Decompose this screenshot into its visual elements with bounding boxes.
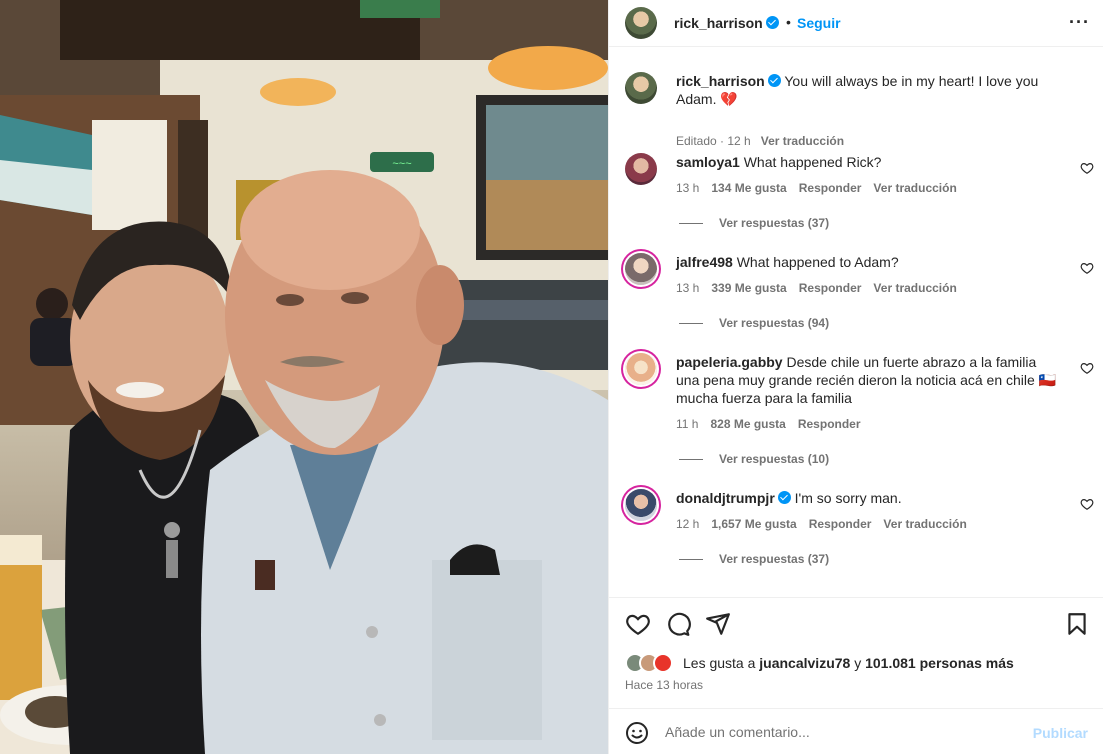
comment-likes[interactable]: 339 Me gusta [711,281,786,295]
author-username-row[interactable]: rick_harrison [674,15,779,31]
comment-reply-button[interactable]: Responder [798,417,861,431]
caption-translate-link[interactable]: Ver traducción [761,134,844,148]
comment-time: 11 h [676,417,699,431]
verified-badge-icon [767,74,781,87]
likes-prefix: Les gusta a [683,655,760,671]
comment-avatar[interactable] [625,353,657,385]
photo-illustration: ~~~ [0,0,608,754]
likes-middle: y [850,655,866,671]
bookmark-icon[interactable] [1064,611,1090,637]
comment-input[interactable] [665,717,1025,747]
likes-text: Les gusta a juancalvizu78 y 101.081 pers… [683,655,1014,671]
caption-avatar[interactable] [625,72,657,104]
likes-user-link[interactable]: juancalvizu78 [759,655,850,671]
comments-scroll-area[interactable]: rick_harrison You will always be in my h… [609,46,1103,596]
comment-username[interactable]: samloya1 [676,154,740,170]
caption-username[interactable]: rick_harrison [676,73,765,89]
caption-meta: Editado · 12 h Ver traducción [676,134,844,148]
comment-like-heart-icon[interactable] [1080,497,1094,511]
likes-others-link[interactable]: 101.081 personas más [865,655,1014,671]
view-replies-button[interactable]: Ver respuestas (37) [679,552,829,566]
comment-avatar[interactable] [625,253,657,285]
view-replies-button[interactable]: Ver respuestas (94) [679,316,829,330]
follow-button[interactable]: Seguir [797,15,841,31]
heart-icon[interactable] [625,611,651,637]
comment-likes[interactable]: 1,657 Me gusta [711,517,796,531]
view-replies-button[interactable]: Ver respuestas (37) [679,216,829,230]
comment-text: What happened to Adam? [736,254,899,270]
comment-translate-link[interactable]: Ver traducción [883,517,966,531]
comment-text-block: donaldjtrumpjr I'm so sorry man. [676,489,1061,507]
comment-icon[interactable] [665,611,691,637]
comment-translate-link[interactable]: Ver traducción [873,281,956,295]
caption-edited: Editado · 12 h [676,134,751,148]
publish-button[interactable]: Publicar [1033,725,1088,741]
comment-text-block: samloya1 What happened Rick? [676,153,1061,171]
comment-time: 13 h [676,281,700,295]
view-replies-button[interactable]: Ver respuestas (10) [679,452,829,466]
comment-meta: 11 h 828 Me gusta Responder [676,417,873,431]
comment-likes[interactable]: 828 Me gusta [710,417,785,431]
comment-username[interactable]: jalfre498 [676,254,733,270]
comment-meta: 13 h 339 Me gusta Responder Ver traducción [676,281,969,295]
comment-text-block: papeleria.gabby Desde chile un fuerte ab… [676,353,1061,407]
comment-reply-button[interactable]: Responder [799,281,862,295]
share-icon[interactable] [705,611,731,637]
comment-likes[interactable]: 134 Me gusta [711,181,786,195]
action-bar [609,597,1103,649]
comment-meta: 12 h 1,657 Me gusta Responder Ver traducció… [676,517,979,531]
svg-text:~~~: ~~~ [392,158,411,170]
verified-badge-icon [765,16,779,29]
comment-translate-link[interactable]: Ver traducción [873,181,956,195]
emoji-icon[interactable] [625,721,649,745]
author-avatar[interactable] [625,7,657,39]
comment-like-heart-icon[interactable] [1080,261,1094,275]
comment-avatar[interactable] [625,153,657,185]
author-username[interactable]: rick_harrison [674,15,763,31]
comment-text: I'm so sorry man. [794,490,902,506]
comment-like-heart-icon[interactable] [1080,161,1094,175]
post-photo[interactable]: ~~~ [0,0,608,754]
post-side-panel: rick_harrison • Seguir ··· rick_harrison… [608,0,1103,754]
comment-time: 13 h [676,181,700,195]
comment-like-heart-icon[interactable] [1080,361,1094,375]
comment-meta: 13 h 134 Me gusta Responder Ver traducción [676,181,969,195]
comment-reply-button[interactable]: Responder [799,181,862,195]
comment-username[interactable]: papeleria.gabby [676,354,783,370]
liker-avatar [653,653,673,673]
caption-text-block: rick_harrison You will always be in my h… [676,72,1056,108]
comment-time: 12 h [676,517,700,531]
comment-text-block: jalfre498 What happened to Adam? [676,253,1061,271]
verified-badge-icon [777,491,791,504]
header-separator: • [786,14,791,30]
more-horizontal-icon[interactable]: ··· [1069,13,1090,31]
post-timestamp[interactable]: Hace 13 horas [625,678,703,692]
comment-reply-button[interactable]: Responder [809,517,872,531]
add-comment-bar: Publicar [609,708,1103,754]
comment-text: What happened Rick? [743,154,882,170]
post-header: rick_harrison • Seguir ··· [609,0,1103,46]
comment-avatar[interactable] [625,489,657,521]
liker-avatars[interactable] [625,653,680,673]
comment-username[interactable]: donaldjtrumpjr [676,490,775,506]
